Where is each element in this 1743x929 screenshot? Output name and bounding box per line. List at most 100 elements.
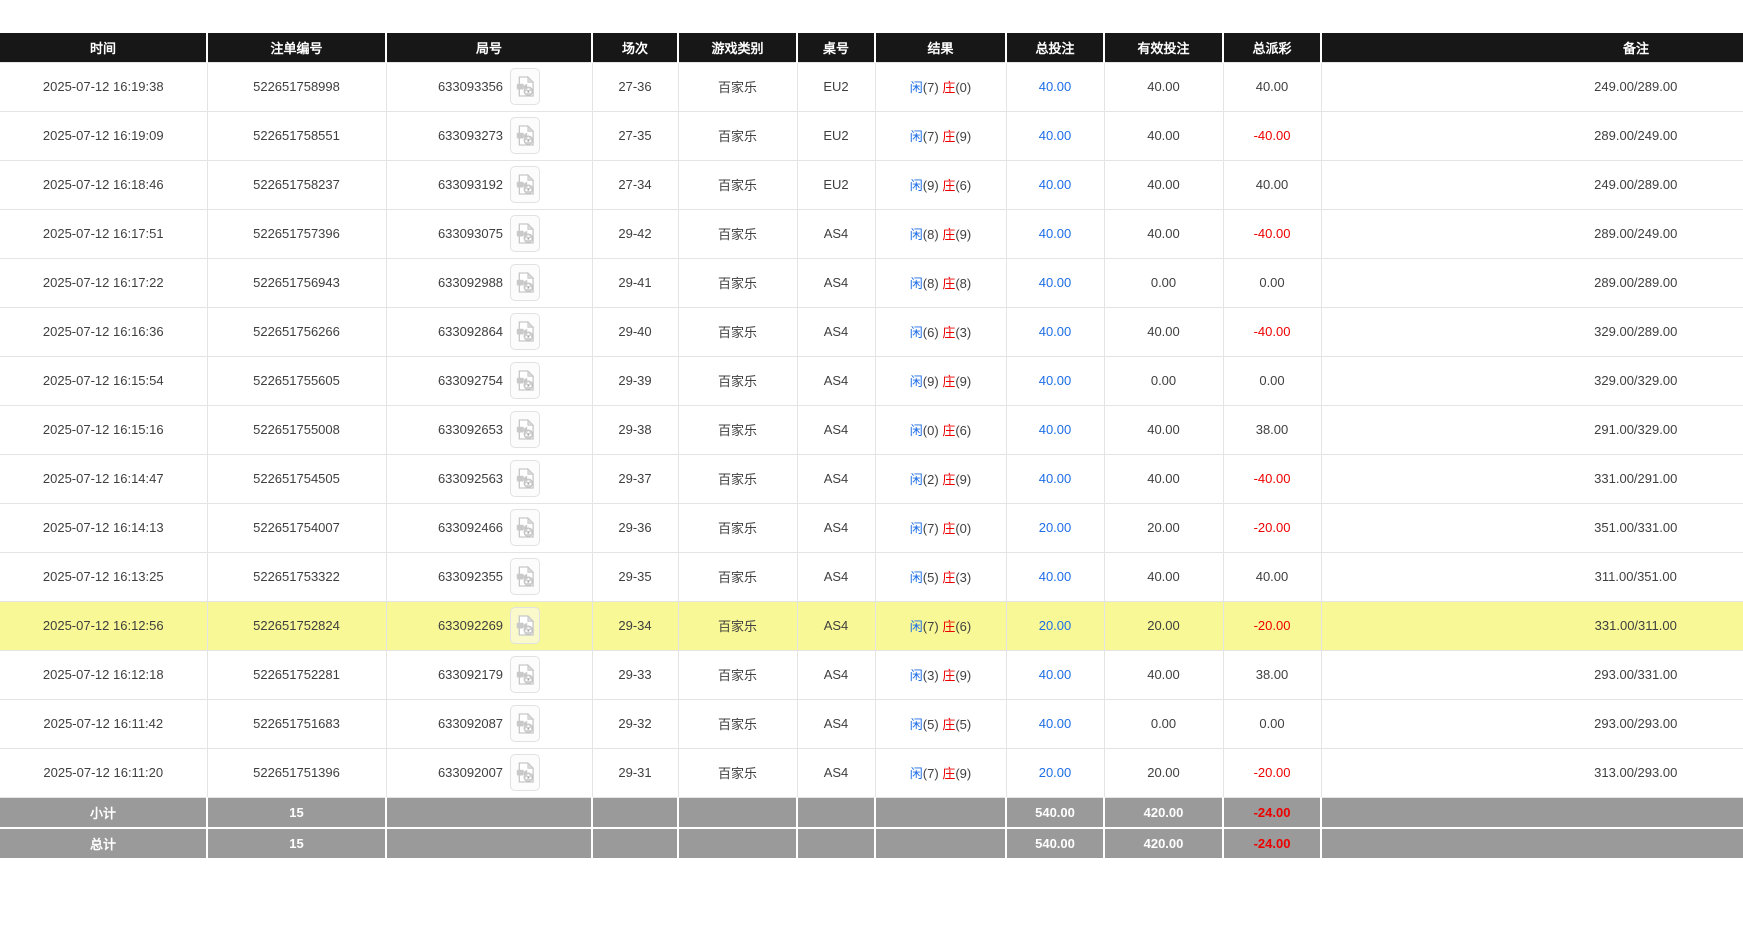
column-header-table-no: 桌号 — [797, 33, 875, 62]
table-row[interactable]: 2025-07-12 16:11:20 522651751396 6330920… — [0, 748, 1743, 797]
cell-total-bet: 40.00 — [1006, 552, 1104, 601]
cell-total-bet: 40.00 — [1006, 209, 1104, 258]
video-replay-button[interactable] — [510, 460, 540, 497]
table-row[interactable]: 2025-07-12 16:17:51 522651757396 6330930… — [0, 209, 1743, 258]
bet-records-table: 时间 注单编号 局号 场次 游戏类别 桌号 结果 总投注 有效投注 总派彩 备注… — [0, 33, 1743, 860]
player-result-label: 闲 — [910, 178, 923, 193]
banker-result-label: 庄 — [942, 129, 955, 144]
column-header-bet-id: 注单编号 — [207, 33, 386, 62]
video-replay-button[interactable] — [510, 607, 540, 644]
cell-time: 2025-07-12 16:12:56 — [0, 601, 207, 650]
cell-game-type: 百家乐 — [678, 209, 797, 258]
table-row[interactable]: 2025-07-12 16:16:36 522651756266 6330928… — [0, 307, 1743, 356]
cell-game-type: 百家乐 — [678, 454, 797, 503]
cell-valid-bet: 40.00 — [1104, 454, 1223, 503]
header-row: 时间 注单编号 局号 场次 游戏类别 桌号 结果 总投注 有效投注 总派彩 备注 — [0, 33, 1743, 62]
video-replay-button[interactable] — [510, 68, 540, 105]
player-result-label: 闲 — [910, 472, 923, 487]
table-row[interactable]: 2025-07-12 16:11:42 522651751683 6330920… — [0, 699, 1743, 748]
banker-result-label: 庄 — [942, 619, 955, 634]
cell-remark: 289.00/249.00 — [1321, 209, 1743, 258]
cell-bet-id: 522651754505 — [207, 454, 386, 503]
round-id-text: 633092864 — [438, 324, 503, 339]
cell-payout: -20.00 — [1223, 601, 1321, 650]
cell-payout: -40.00 — [1223, 454, 1321, 503]
video-replay-button[interactable] — [510, 558, 540, 595]
cell-time: 2025-07-12 16:17:51 — [0, 209, 207, 258]
round-id-text: 633092466 — [438, 520, 503, 535]
round-id-text: 633092653 — [438, 422, 503, 437]
cell-result: 闲(7) 庄(0) — [875, 503, 1006, 552]
cell-session: 27-35 — [592, 111, 678, 160]
table-row[interactable]: 2025-07-12 16:12:56 522651752824 6330922… — [0, 601, 1743, 650]
subtotal-row: 小计 15 540.00 420.00 -24.00 — [0, 797, 1743, 828]
cell-valid-bet: 40.00 — [1104, 62, 1223, 111]
cell-payout: 0.00 — [1223, 356, 1321, 405]
video-replay-icon — [516, 173, 535, 196]
table-row[interactable]: 2025-07-12 16:15:54 522651755605 6330927… — [0, 356, 1743, 405]
cell-round-id: 633093075 — [386, 209, 592, 258]
cell-remark: 331.00/311.00 — [1321, 601, 1743, 650]
banker-result-label: 庄 — [942, 178, 955, 193]
video-replay-button[interactable] — [510, 362, 540, 399]
cell-game-type: 百家乐 — [678, 62, 797, 111]
banker-score: (6) — [955, 423, 971, 438]
table-row[interactable]: 2025-07-12 16:19:09 522651758551 6330932… — [0, 111, 1743, 160]
table-body: 2025-07-12 16:19:38 522651758998 6330933… — [0, 62, 1743, 797]
cell-bet-id: 522651757396 — [207, 209, 386, 258]
player-score: (7) — [923, 766, 939, 781]
video-replay-button[interactable] — [510, 509, 540, 546]
cell-session: 29-37 — [592, 454, 678, 503]
cell-game-type: 百家乐 — [678, 601, 797, 650]
video-replay-button[interactable] — [510, 215, 540, 252]
cell-result: 闲(8) 庄(8) — [875, 258, 1006, 307]
video-replay-icon — [516, 467, 535, 490]
cell-time: 2025-07-12 16:16:36 — [0, 307, 207, 356]
table-row[interactable]: 2025-07-12 16:17:22 522651756943 6330929… — [0, 258, 1743, 307]
cell-session: 29-39 — [592, 356, 678, 405]
table-row[interactable]: 2025-07-12 16:15:16 522651755008 6330926… — [0, 405, 1743, 454]
video-replay-button[interactable] — [510, 264, 540, 301]
cell-table-no: AS4 — [797, 258, 875, 307]
video-replay-button[interactable] — [510, 313, 540, 350]
cell-valid-bet: 20.00 — [1104, 503, 1223, 552]
table-row[interactable]: 2025-07-12 16:19:38 522651758998 6330933… — [0, 62, 1743, 111]
cell-payout: 40.00 — [1223, 552, 1321, 601]
video-replay-button[interactable] — [510, 411, 540, 448]
player-score: (2) — [923, 472, 939, 487]
player-result-label: 闲 — [910, 129, 923, 144]
player-result-label: 闲 — [910, 227, 923, 242]
cell-game-type: 百家乐 — [678, 111, 797, 160]
grand-total-total-bet: 540.00 — [1006, 828, 1104, 859]
table-row[interactable]: 2025-07-12 16:13:25 522651753322 6330923… — [0, 552, 1743, 601]
cell-total-bet: 40.00 — [1006, 160, 1104, 209]
cell-round-id: 633092864 — [386, 307, 592, 356]
banker-result-label: 庄 — [942, 423, 955, 438]
table-row[interactable]: 2025-07-12 16:12:18 522651752281 6330921… — [0, 650, 1743, 699]
cell-remark: 293.00/293.00 — [1321, 699, 1743, 748]
subtotal-count: 15 — [207, 797, 386, 828]
video-replay-button[interactable] — [510, 656, 540, 693]
cell-valid-bet: 0.00 — [1104, 699, 1223, 748]
video-replay-icon — [516, 271, 535, 294]
cell-game-type: 百家乐 — [678, 699, 797, 748]
banker-result-label: 庄 — [942, 276, 955, 291]
cell-time: 2025-07-12 16:11:42 — [0, 699, 207, 748]
table-row[interactable]: 2025-07-12 16:14:13 522651754007 6330924… — [0, 503, 1743, 552]
video-replay-button[interactable] — [510, 754, 540, 791]
banker-result-label: 庄 — [942, 766, 955, 781]
video-replay-icon — [516, 369, 535, 392]
cell-total-bet: 40.00 — [1006, 307, 1104, 356]
player-result-label: 闲 — [910, 521, 923, 536]
video-replay-button[interactable] — [510, 705, 540, 742]
cell-valid-bet: 0.00 — [1104, 258, 1223, 307]
cell-round-id: 633092269 — [386, 601, 592, 650]
table-row[interactable]: 2025-07-12 16:18:46 522651758237 6330931… — [0, 160, 1743, 209]
cell-round-id: 633092653 — [386, 405, 592, 454]
grand-total-empty-cell — [386, 828, 592, 859]
banker-score: (0) — [955, 80, 971, 95]
table-row[interactable]: 2025-07-12 16:14:47 522651754505 6330925… — [0, 454, 1743, 503]
player-result-label: 闲 — [910, 717, 923, 732]
video-replay-button[interactable] — [510, 117, 540, 154]
video-replay-button[interactable] — [510, 166, 540, 203]
